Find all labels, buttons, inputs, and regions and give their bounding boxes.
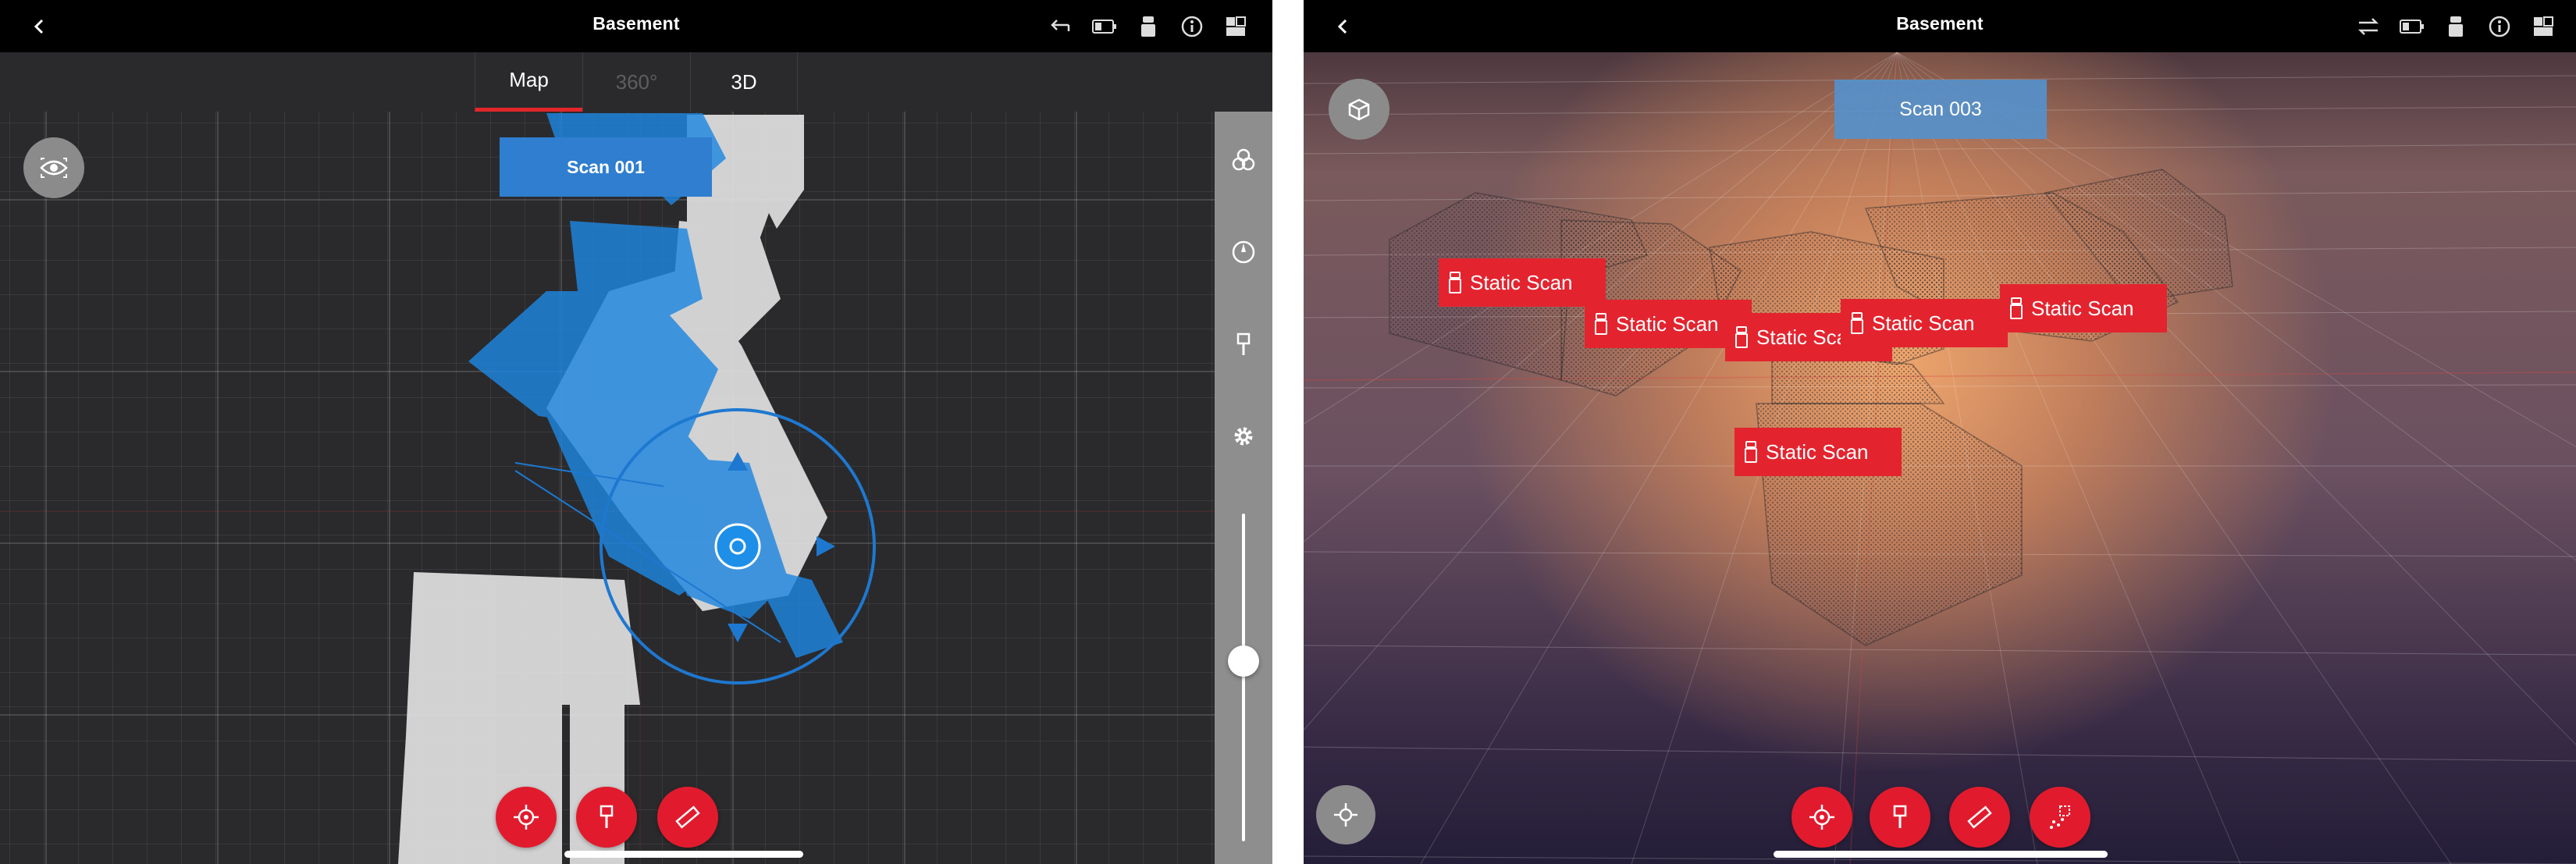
level-slider-handle[interactable] xyxy=(1228,645,1259,677)
static-scan-tag[interactable]: Static Scan xyxy=(1439,258,1606,307)
3d-view-screen: Basement Scan 003 Static Scan Static Sca… xyxy=(1304,0,2576,864)
ruler-icon xyxy=(1967,805,1992,829)
top-bar: Basement xyxy=(0,0,1272,52)
static-scan-tag[interactable]: Static Scan xyxy=(1735,428,1902,476)
info-icon[interactable] xyxy=(1177,9,1207,44)
layout-icon[interactable] xyxy=(2528,9,2558,44)
pin-button[interactable] xyxy=(1870,787,1930,848)
scan-label[interactable]: Scan 003 xyxy=(1834,80,2047,139)
battery-icon xyxy=(1090,9,1119,44)
measure-button[interactable] xyxy=(1949,787,2010,848)
gear-icon[interactable] xyxy=(1228,421,1259,452)
scan-map-drawing xyxy=(0,112,1215,864)
compass-icon[interactable] xyxy=(1228,236,1259,268)
3d-point-cloud-canvas[interactable] xyxy=(1304,52,2576,864)
measure-button[interactable] xyxy=(657,787,718,848)
layers-icon[interactable] xyxy=(1228,144,1259,176)
static-scan-tag[interactable]: Static Scan xyxy=(1841,299,2008,347)
move-icon xyxy=(1334,803,1357,827)
map-canvas[interactable] xyxy=(0,112,1215,864)
eye-icon xyxy=(40,158,68,178)
pin-icon xyxy=(600,805,614,828)
target-icon xyxy=(1809,805,1834,830)
ruler-icon xyxy=(675,805,700,829)
pin-icon xyxy=(1893,805,1907,828)
view-mode-button[interactable] xyxy=(23,137,84,198)
scanner-device-icon xyxy=(1735,326,1748,348)
target-button[interactable] xyxy=(1791,787,1852,848)
static-scan-label: Static Scan xyxy=(2031,296,2134,320)
tab-map[interactable]: Map xyxy=(475,52,582,112)
point-select-button[interactable] xyxy=(2030,787,2090,848)
static-scan-label: Static Scan xyxy=(1470,270,1573,294)
view-tabs: Map 360° 3D xyxy=(475,52,798,112)
tab-360[interactable]: 360° xyxy=(582,52,690,112)
scanner-device-icon xyxy=(2010,297,2023,319)
battery-icon xyxy=(2397,9,2427,44)
view-cube-button[interactable] xyxy=(1329,79,1389,140)
pin-icon[interactable] xyxy=(1228,329,1259,360)
layout-icon[interactable] xyxy=(1221,9,1251,44)
cube-icon xyxy=(1348,98,1370,121)
target-icon xyxy=(514,805,539,830)
navigate-button[interactable] xyxy=(1316,785,1375,844)
undo-icon[interactable] xyxy=(1046,9,1076,44)
tab-3d[interactable]: 3D xyxy=(690,52,798,112)
map-view-screen: Basement Map 360° 3D Scan 001 xyxy=(0,0,1272,864)
static-scan-label: Static Scan xyxy=(1616,311,1719,336)
static-scan-tag[interactable]: Static Scan xyxy=(2000,284,2167,332)
scanner-device-icon xyxy=(1745,441,1757,463)
scanner-device-icon[interactable] xyxy=(1133,9,1163,44)
home-indicator xyxy=(564,851,803,858)
scanner-device-icon xyxy=(1595,313,1607,335)
scanner-device-icon xyxy=(1851,312,1863,334)
pin-button[interactable] xyxy=(576,787,637,848)
level-slider-track[interactable] xyxy=(1242,514,1245,841)
top-bar: Basement xyxy=(1304,0,2576,52)
swap-icon[interactable] xyxy=(2354,9,2383,44)
point-select-icon xyxy=(2050,805,2070,829)
target-button[interactable] xyxy=(496,787,557,848)
static-scan-label: Static Scan xyxy=(1872,311,1975,335)
static-scan-label: Static Scan xyxy=(1766,439,1869,464)
info-icon[interactable] xyxy=(2485,9,2514,44)
home-indicator xyxy=(1774,851,2108,858)
scanner-device-icon[interactable] xyxy=(2441,9,2471,44)
scanner-device-icon xyxy=(1449,272,1461,293)
map-sidebar xyxy=(1215,112,1272,864)
scan-label[interactable]: Scan 001 xyxy=(500,137,712,197)
